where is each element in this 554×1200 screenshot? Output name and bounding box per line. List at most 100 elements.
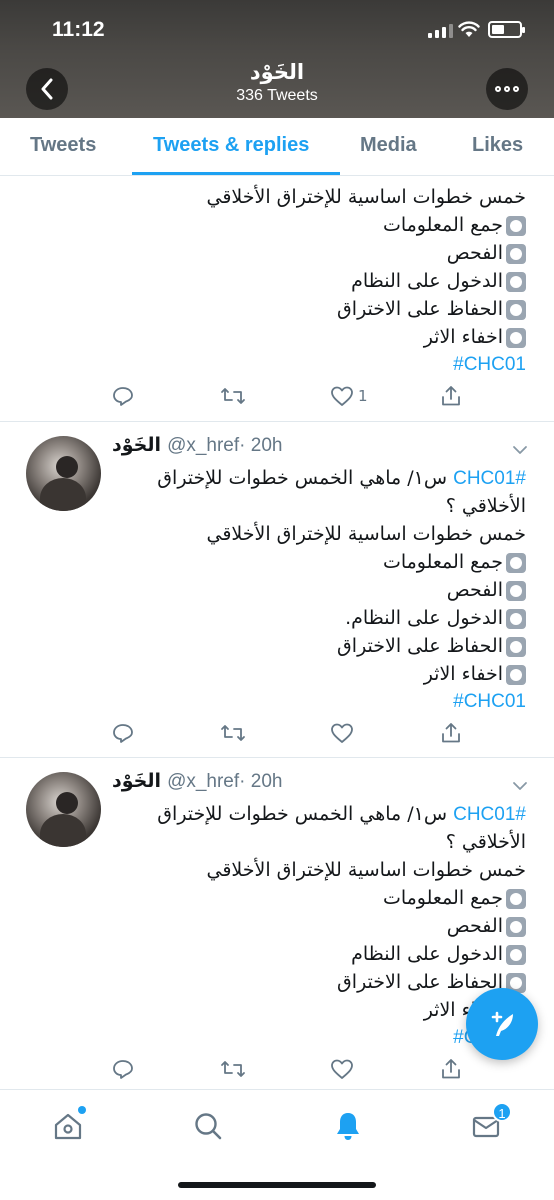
button-emoji-icon [506,636,526,657]
tweet-actions [0,1058,554,1088]
tweet-text-line: الفحص [106,912,526,940]
avatar[interactable] [26,436,101,511]
tweet-text-line: #CHC01 س١/ ماهي الخمس خطوات للإختراق [157,803,526,825]
status-time: 11:12 [52,18,105,41]
tweet-text-line: الفحص [106,239,526,267]
hashtag-link[interactable]: #CHC01 [106,1024,526,1052]
profile-name: الخَوْد [249,60,305,84]
button-emoji-icon [506,608,526,629]
hashtag-link[interactable]: #CHC01 [106,688,526,716]
tweet-text-line: خمس خطوات اساسية للإختراق الأخلاقي [206,523,526,545]
author-handle[interactable]: @x_href [167,771,239,792]
nav-search[interactable] [188,1106,228,1146]
tweet-text-line: الحفاظ على الاختراق [106,968,526,996]
tweet-text-line: الحفاظ على الاختراق [106,632,526,660]
retweet-icon [221,388,245,404]
home-indicator [178,1182,376,1188]
hashtag-link[interactable]: #CHC01 [453,468,526,489]
tweet-text-line: الدخول على النظام [106,267,526,295]
tweet-feed[interactable]: خمس خطوات اساسية للإختراق الأخلاقي جمع ا… [0,177,554,1089]
signal-icon [428,24,453,38]
avatar[interactable] [26,772,101,847]
nav-home[interactable] [48,1106,88,1146]
like-button[interactable]: 1 [330,385,368,407]
button-emoji-icon [506,215,526,236]
nav-notifications[interactable] [328,1106,368,1146]
tweet-text-line: اخفاء الاثر [106,996,526,1024]
share-button[interactable] [440,722,462,744]
tweet[interactable]: خمس خطوات اساسية للإختراق الأخلاقي جمع ا… [0,177,554,421]
tweet-text-line: #CHC01 س١/ ماهي الخمس خطوات للإختراق [157,467,526,489]
button-emoji-icon [506,944,526,965]
heart-icon [331,1059,353,1079]
bell-icon [337,1113,359,1140]
reply-icon [113,724,133,743]
reply-icon [113,387,133,406]
nav-messages[interactable]: 1 [466,1102,512,1146]
retweet-button[interactable] [220,1058,246,1080]
share-icon [442,723,460,743]
button-emoji-icon [506,888,526,909]
new-content-dot [78,1106,86,1114]
retweet-icon [221,725,245,741]
tweet[interactable]: الخَوْد @x_href· 20h #CHC01 س١/ ماهي الخ… [0,422,554,757]
profile-header: 11:12 الخَوْد 336 Tweets [0,0,554,118]
tweet-text-line: الفحص [106,576,526,604]
home-icon [54,1113,82,1140]
tweet-text-line: الحفاظ على الاختراق [106,295,526,323]
tab-media[interactable]: Media [360,134,417,157]
reply-button[interactable] [112,722,134,744]
tweet-text-line: الدخول على النظام [106,940,526,968]
tweet-text-line: اخفاء الاثر [106,660,526,688]
tweet-text-line: خمس خطوات اساسية للإختراق الأخلاقي [206,859,526,881]
button-emoji-icon [506,916,526,937]
tweet-meta: الخَوْد @x_href· 20h [112,434,532,462]
button-emoji-icon [506,327,526,348]
button-emoji-icon [506,299,526,320]
search-icon [195,1113,222,1140]
retweet-icon [221,1061,245,1077]
like-button[interactable] [330,1058,354,1080]
messages-badge: 1 [492,1102,512,1122]
chevron-down-icon[interactable] [512,778,528,794]
tweet-text-line: اخفاء الاثر [106,323,526,351]
tweet-text-line: خمس خطوات اساسية للإختراق الأخلاقي [206,186,526,208]
author-name: الخَوْد [112,770,162,792]
more-icon [495,86,519,92]
author-name: الخَوْد [112,434,162,456]
more-options-button[interactable] [486,68,528,110]
tweet-actions [0,722,554,752]
retweet-button[interactable] [220,385,246,407]
tweet-actions: 1 [0,385,554,415]
tab-likes[interactable]: Likes [472,134,523,157]
active-tab-indicator [132,172,340,175]
reply-button[interactable] [112,1058,134,1080]
author-handle[interactable]: @x_href [167,435,239,456]
reply-button[interactable] [112,385,134,407]
share-icon [442,1059,460,1079]
compose-tweet-button[interactable] [466,988,538,1060]
tweet-text-line: جمع المعلومات [106,211,526,239]
tab-tweets[interactable]: Tweets [30,134,96,157]
tweet-count: 336 Tweets [236,87,318,104]
share-button[interactable] [440,385,462,407]
tweet-meta: الخَوْد @x_href· 20h [112,770,532,798]
like-button[interactable] [330,722,354,744]
tweet-time: · 20h [239,435,283,456]
heart-icon [331,386,353,406]
tweet-text-line: جمع المعلومات [106,548,526,576]
tweet-text-line: الأخلاقي ؟ [445,495,526,517]
tweet-text-line: جمع المعلومات [106,884,526,912]
tweet-time: · 20h [239,771,283,792]
heart-icon [331,723,353,743]
share-icon [442,386,460,406]
tweet-text-line: الدخول على النظام. [106,604,526,632]
share-button[interactable] [440,1058,462,1080]
button-emoji-icon [506,580,526,601]
hashtag-link[interactable]: #CHC01 [106,351,526,379]
tab-tweets-and-replies[interactable]: Tweets & replies [153,134,309,157]
retweet-button[interactable] [220,722,246,744]
hashtag-link[interactable]: #CHC01 [453,804,526,825]
reply-icon [113,1060,133,1079]
chevron-down-icon[interactable] [512,442,528,458]
